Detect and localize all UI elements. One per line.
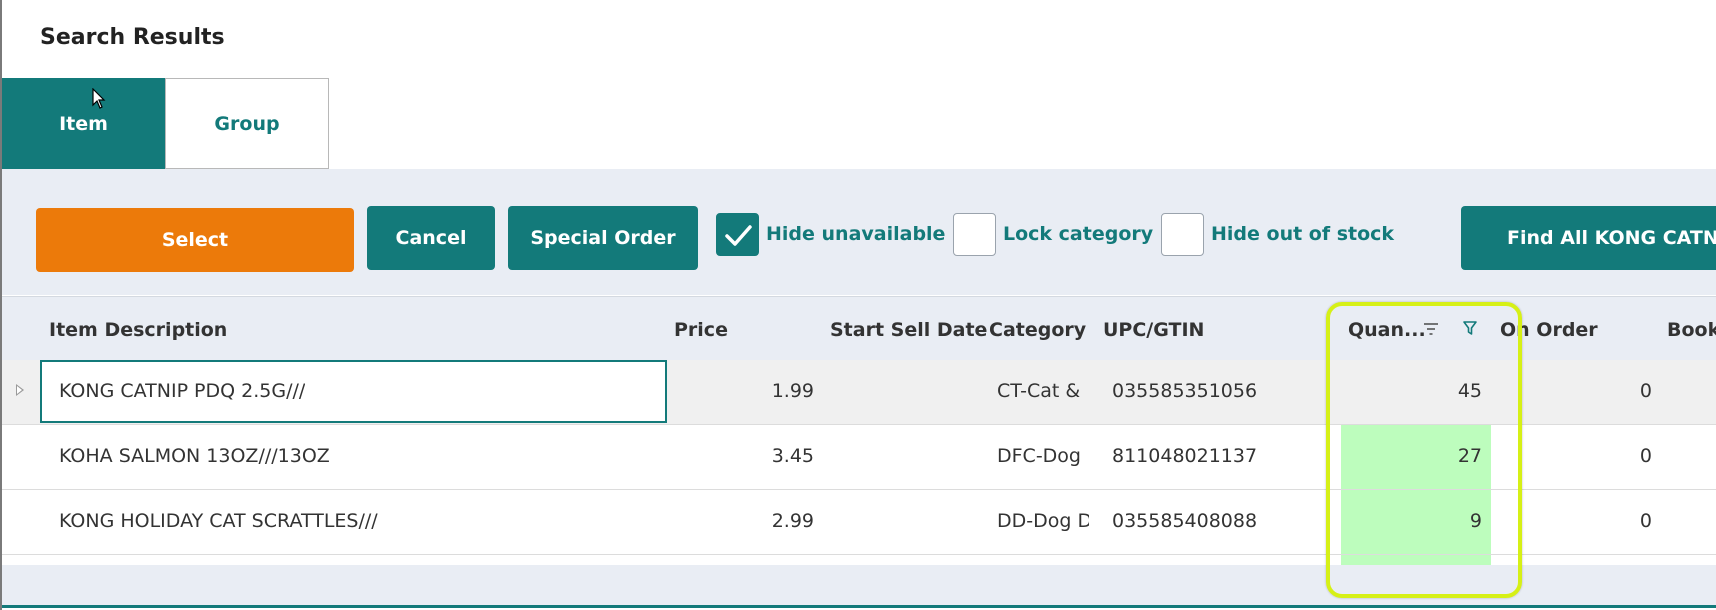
hide-out-of-stock-label[interactable]: Hide out of stock bbox=[1211, 223, 1394, 245]
column-header-item-description[interactable]: Item Description bbox=[49, 319, 227, 341]
column-header-start-sell-date[interactable]: Start Sell Date bbox=[830, 319, 987, 341]
item-description: KONG HOLIDAY CAT SCRATTLES/// bbox=[59, 510, 378, 532]
hide-out-of-stock-checkbox[interactable] bbox=[1161, 213, 1204, 256]
hide-unavailable-label[interactable]: Hide unavailable bbox=[766, 223, 945, 245]
checkmark-icon bbox=[725, 225, 752, 246]
column-header-booking[interactable]: Booki bbox=[1667, 319, 1716, 341]
item-price: 3.45 bbox=[771, 445, 814, 467]
special-order-button[interactable]: Special Order bbox=[508, 206, 698, 270]
cancel-button[interactable]: Cancel bbox=[367, 206, 495, 270]
tab-item[interactable]: Item bbox=[2, 78, 165, 169]
toolbar: Select Cancel Special Order Hide unavail… bbox=[2, 169, 1716, 295]
item-description: KOHA SALMON 13OZ///13OZ bbox=[59, 445, 330, 467]
find-all-button[interactable]: Find All KONG CATNI... bbox=[1461, 206, 1716, 270]
page-title: Search Results bbox=[40, 25, 225, 50]
column-header-upc-gtin[interactable]: UPC/GTIN bbox=[1103, 319, 1204, 341]
item-on-order: 0 bbox=[1639, 445, 1652, 467]
item-upc: 035585408088 bbox=[1112, 510, 1258, 532]
tab-group[interactable]: Group bbox=[165, 78, 329, 169]
item-price: 2.99 bbox=[771, 510, 814, 532]
mouse-cursor-icon bbox=[92, 88, 106, 109]
item-category: DFC-Dog bbox=[997, 445, 1081, 467]
item-category: CT-Cat & bbox=[997, 380, 1081, 402]
item-upc: 811048021137 bbox=[1112, 445, 1258, 467]
item-price: 1.99 bbox=[771, 380, 814, 402]
item-on-order: 0 bbox=[1639, 380, 1652, 402]
item-on-order: 0 bbox=[1639, 510, 1652, 532]
lock-category-checkbox[interactable] bbox=[953, 213, 996, 256]
annotation-highlight-quantity bbox=[1326, 302, 1522, 598]
item-description: KONG CATNIP PDQ 2.5G/// bbox=[59, 380, 306, 402]
footer-divider bbox=[2, 605, 1716, 608]
lock-category-label[interactable]: Lock category bbox=[1003, 223, 1153, 245]
item-upc: 035585351056 bbox=[1112, 380, 1258, 402]
hide-unavailable-checkbox[interactable] bbox=[716, 213, 759, 256]
row-expand-icon[interactable] bbox=[16, 384, 24, 396]
column-header-category[interactable]: Category bbox=[989, 319, 1086, 341]
item-category: DD-Dog D bbox=[997, 510, 1089, 532]
column-header-price[interactable]: Price bbox=[674, 319, 728, 341]
select-button[interactable]: Select bbox=[36, 208, 354, 272]
